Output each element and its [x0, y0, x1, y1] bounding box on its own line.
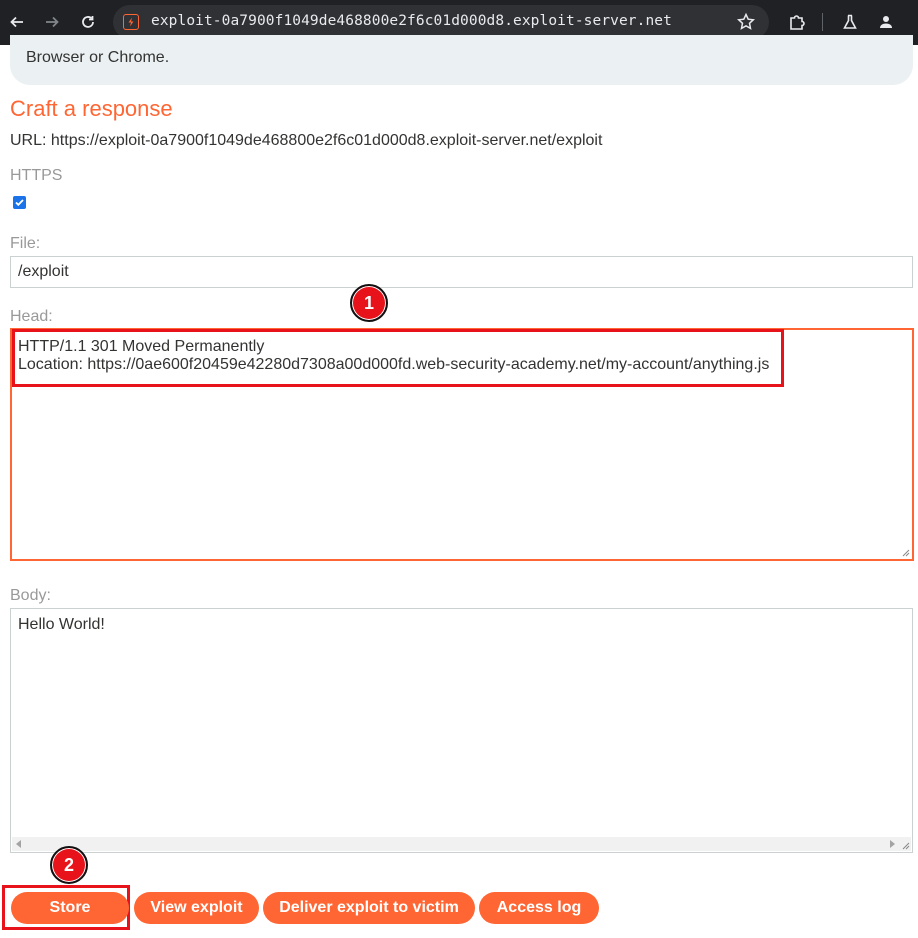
resize-handle-icon[interactable]	[902, 842, 910, 850]
annotation-highlight-head	[12, 329, 784, 387]
reload-icon	[82, 16, 94, 28]
view-exploit-button[interactable]: View exploit	[134, 892, 259, 924]
store-button[interactable]: Store	[11, 892, 129, 924]
banner-text: Browser or Chrome.	[26, 49, 170, 66]
https-checkbox[interactable]	[13, 196, 26, 209]
page-title: Craft a response	[10, 96, 173, 121]
deliver-exploit-button[interactable]: Deliver exploit to victim	[263, 892, 475, 924]
access-log-button[interactable]: Access log	[479, 892, 599, 924]
file-input[interactable]: /exploit	[10, 256, 913, 288]
annotation-badge-2: 2	[50, 846, 88, 884]
site-favicon-icon	[123, 14, 139, 30]
toolbar-divider	[822, 13, 823, 31]
file-label: File:	[10, 235, 41, 252]
labs-button[interactable]	[838, 10, 862, 34]
bookmark-star-icon[interactable]	[736, 12, 756, 32]
resize-handle-icon[interactable]	[902, 549, 910, 557]
scroll-right-icon[interactable]	[889, 840, 895, 848]
scroll-left-icon[interactable]	[16, 840, 22, 848]
reload-button[interactable]	[76, 10, 100, 34]
forward-button[interactable]	[40, 10, 64, 34]
body-label: Body:	[10, 587, 51, 604]
back-arrow-icon	[10, 16, 23, 28]
https-label: HTTPS	[10, 167, 63, 184]
info-banner: Browser or Chrome.	[10, 35, 913, 85]
extensions-button[interactable]	[785, 10, 809, 34]
annotation-badge-1: 1	[350, 284, 388, 322]
puzzle-piece-icon	[790, 15, 805, 30]
checkmark-icon	[15, 199, 24, 207]
forward-arrow-icon	[46, 16, 59, 28]
exploit-url: URL: https://exploit-0a7900f1049de468800…	[10, 132, 603, 149]
profile-icon	[880, 16, 892, 28]
horizontal-scrollbar[interactable]	[12, 837, 911, 851]
address-bar[interactable]: exploit-0a7900f1049de468800e2f6c01d000d8…	[113, 5, 769, 39]
profile-button[interactable]	[874, 10, 898, 34]
flask-icon	[843, 14, 857, 29]
address-bar-url: exploit-0a7900f1049de468800e2f6c01d000d8…	[151, 13, 672, 29]
body-text: Hello World!	[18, 616, 105, 633]
back-button[interactable]	[5, 10, 29, 34]
body-textarea[interactable]: Hello World!	[10, 608, 913, 853]
head-label: Head:	[10, 308, 53, 325]
